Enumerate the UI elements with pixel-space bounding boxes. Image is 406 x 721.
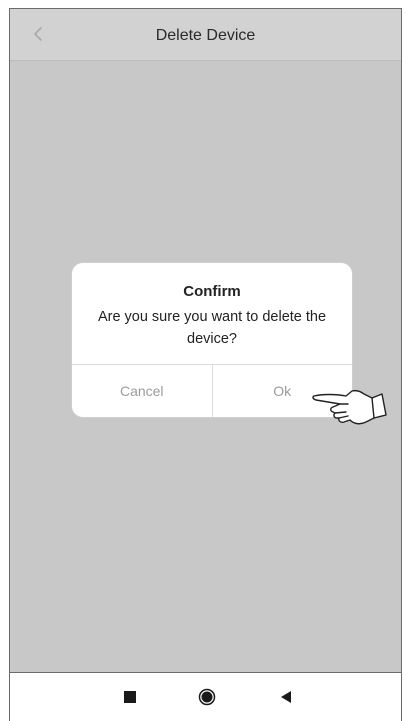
home-button[interactable] xyxy=(197,687,217,707)
triangle-back-icon xyxy=(281,691,291,703)
phone-screen: Delete Device Confirm Are you sure you w… xyxy=(0,0,406,721)
square-icon xyxy=(124,691,136,703)
system-back-button[interactable] xyxy=(276,687,296,707)
recent-apps-button[interactable] xyxy=(120,687,140,707)
system-nav-bar xyxy=(9,673,402,721)
dialog-message: Are you sure you want to delete the devi… xyxy=(97,309,327,347)
page-title: Delete Device xyxy=(155,27,256,44)
dialog-title: Confirm xyxy=(183,283,241,300)
circle-icon xyxy=(198,688,216,706)
app-header: Delete Device xyxy=(10,9,401,61)
cancel-button[interactable]: Cancel xyxy=(72,365,212,417)
pointing-hand-icon xyxy=(312,389,387,425)
